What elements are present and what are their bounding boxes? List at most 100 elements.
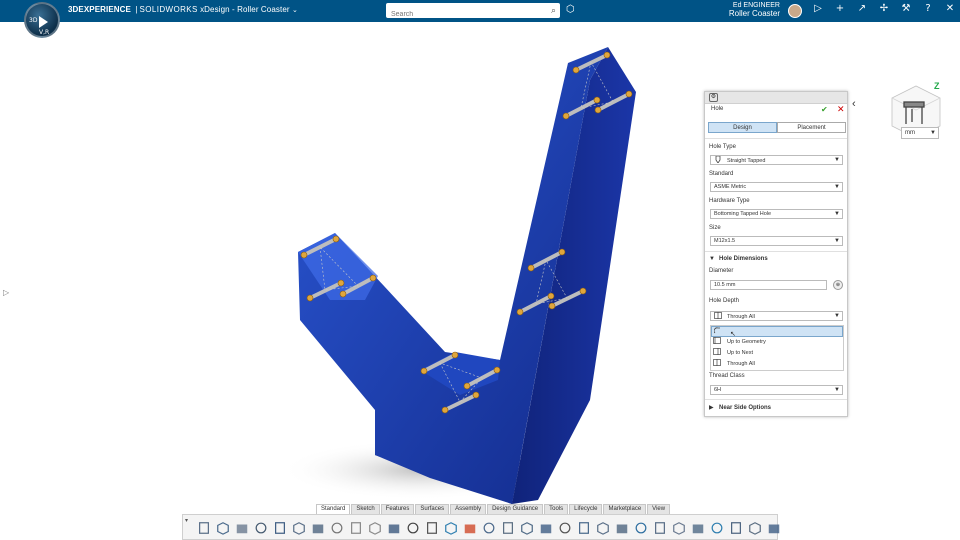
through-all-icon (713, 359, 721, 366)
depth-option-up-to-next[interactable]: Up to Next (711, 348, 843, 359)
thread-class-select[interactable]: 6H ▼ (710, 385, 843, 395)
diameter-input[interactable]: 10.5 mm (710, 280, 827, 290)
search-input[interactable] (386, 7, 536, 22)
hardware-type-label: Hardware Type (709, 198, 750, 204)
help-icon[interactable] (385, 519, 402, 536)
settings-icon[interactable] (328, 519, 345, 536)
unit-select[interactable]: mm ▼ (901, 127, 939, 139)
hole-depth-select[interactable]: Through All ▼ (710, 311, 843, 321)
render-icon[interactable] (423, 519, 440, 536)
user-info[interactable]: Ed ENGINEER Roller Coaster (729, 2, 780, 18)
appearance-icon[interactable] (461, 519, 478, 536)
standard-select[interactable]: ASME Metric ▼ (710, 182, 843, 192)
tag-icon[interactable]: ⬡ (566, 4, 575, 15)
split-icon[interactable] (575, 519, 592, 536)
depth-option-through-all[interactable]: Through All (711, 359, 843, 370)
print-icon[interactable] (309, 519, 326, 536)
app-title[interactable]: 3DEXPERIENCE | SOLIDWORKS xDesign - Rolle… (68, 5, 298, 14)
download-icon[interactable] (765, 519, 782, 536)
cancel-icon[interactable]: ✕ (837, 104, 845, 115)
share-icon[interactable]: ▷ (810, 3, 826, 14)
move-icon[interactable] (632, 519, 649, 536)
hole-panel: ⚙ Hole ✔ ✕ Design Placement Hole Type St… (704, 91, 848, 417)
axis-z-label: Z (934, 81, 940, 91)
size-label: Size (709, 225, 721, 231)
settings-icon[interactable]: ✕ (942, 3, 958, 14)
confirm-icon[interactable]: ✔ (821, 105, 828, 114)
tab-sketch[interactable]: Sketch (351, 504, 380, 514)
lasso-icon[interactable] (404, 519, 421, 536)
share-icon[interactable] (708, 519, 725, 536)
divider (705, 138, 847, 139)
expand-left-icon[interactable]: ▷ (3, 288, 9, 297)
chevron-down-icon: ▼ (930, 130, 936, 136)
measure-icon[interactable] (556, 519, 573, 536)
pattern-icon[interactable] (594, 519, 611, 536)
undo-icon[interactable] (347, 519, 364, 536)
depth-option-up-to-geometry[interactable]: Up to Geometry (711, 337, 843, 348)
help-icon[interactable]: ? (920, 3, 936, 14)
near-side-section[interactable]: ▶ Near Side Options (709, 404, 771, 411)
save-icon[interactable] (252, 519, 269, 536)
hole-type-select[interactable]: Straight Tapped ▼ (710, 155, 843, 165)
hole-dimensions-label: Hole Dimensions (719, 256, 768, 262)
section-icon[interactable] (518, 519, 535, 536)
rotate-icon[interactable] (689, 519, 706, 536)
calculator-icon[interactable]: ⊕ (833, 280, 843, 290)
title-separator: | (135, 5, 138, 14)
depth-option-label: Up to Next (727, 350, 753, 356)
size-select[interactable]: M12x1.5 ▼ (710, 236, 843, 246)
open-icon[interactable] (214, 519, 231, 536)
new-icon[interactable] (195, 519, 212, 536)
tab-placement[interactable]: Placement (777, 122, 846, 133)
heal-icon[interactable] (651, 519, 668, 536)
compass-button[interactable]: 3D V,R (24, 2, 60, 38)
redo-icon[interactable] (366, 519, 383, 536)
depth-option-label: Up to Geometry (727, 339, 766, 345)
tab-marketplace[interactable]: Marketplace (603, 504, 647, 514)
forward-icon[interactable]: ↗ (854, 3, 870, 14)
tab-surfaces[interactable]: Surfaces (415, 504, 450, 514)
hardware-type-select[interactable]: Bottoming Tapped Hole ▼ (710, 209, 843, 219)
hardware-type-value: Bottoming Tapped Hole (714, 211, 772, 217)
panel-header: ⚙ (705, 92, 847, 104)
chevron-down-icon: ▼ (834, 157, 840, 163)
export-icon[interactable] (290, 519, 307, 536)
component-icon[interactable] (233, 519, 250, 536)
hole-depth-label: Hole Depth (709, 298, 740, 304)
tool-buttons (195, 519, 782, 536)
layers-icon[interactable] (746, 519, 763, 536)
avatar[interactable] (788, 4, 802, 18)
tab-design-guidance[interactable]: Design Guidance (487, 504, 544, 514)
tab-features[interactable]: Features (380, 504, 415, 514)
compare-icon[interactable] (670, 519, 687, 536)
tab-view[interactable]: View (647, 504, 671, 514)
tab-design[interactable]: Design (708, 122, 777, 133)
chevron-down-icon[interactable]: ⌄ (292, 7, 298, 14)
material-icon[interactable] (442, 519, 459, 536)
collapse-panel-icon[interactable]: ‹ (852, 98, 856, 110)
chevron-down-icon[interactable]: ▾ (185, 517, 188, 524)
brand-label: 3DEXPERIENCE (68, 5, 131, 14)
divider (705, 399, 847, 400)
depth-option-blind[interactable]: ↖ (711, 326, 843, 338)
save-as-icon[interactable] (271, 519, 288, 536)
tab-assembly[interactable]: Assembly (450, 504, 487, 514)
zoom-icon[interactable] (480, 519, 497, 536)
unit-value: mm (905, 130, 915, 136)
tools-icon[interactable]: ⚒ (898, 3, 914, 14)
network-icon[interactable]: ✢ (876, 3, 892, 14)
stack-icon[interactable] (727, 519, 744, 536)
tab-lifecycle[interactable]: Lifecycle (569, 504, 603, 514)
search-icon[interactable]: ⌕ (551, 5, 556, 16)
project-label: Roller Coaster (237, 5, 290, 14)
add-icon[interactable]: + (832, 3, 848, 14)
caret-right-icon: ▶ (709, 405, 714, 411)
hole-dimensions-section[interactable]: ▼ Hole Dimensions (709, 256, 768, 262)
tab-tools[interactable]: Tools (544, 504, 569, 514)
snapshot-icon[interactable] (499, 519, 516, 536)
tab-standard[interactable]: Standard (316, 504, 351, 514)
up-to-next-icon (713, 348, 721, 355)
align-icon[interactable] (537, 519, 554, 536)
mirror-icon[interactable] (613, 519, 630, 536)
